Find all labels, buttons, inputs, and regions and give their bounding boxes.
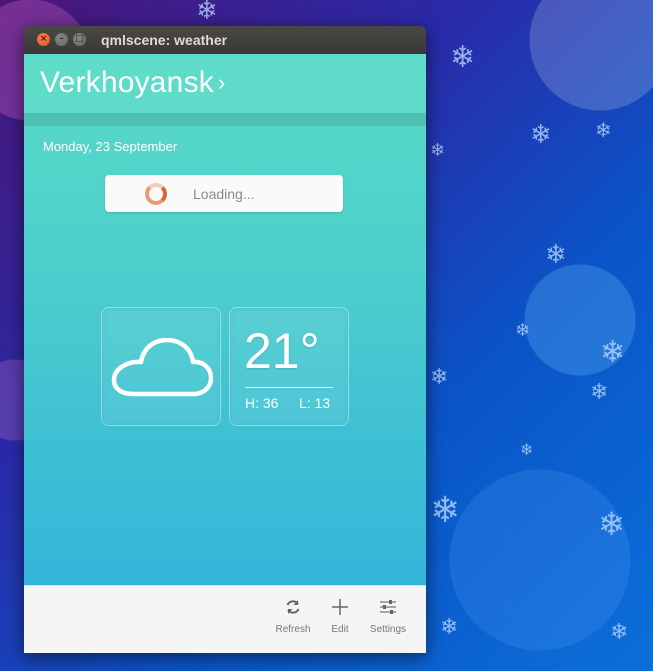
- city-selector[interactable]: Verkhoyansk ›: [40, 66, 226, 100]
- high-temperature: H: 36: [245, 395, 279, 411]
- weather-condition-tile[interactable]: [101, 307, 221, 426]
- refresh-icon: [286, 600, 300, 614]
- snowflake-icon: ❄: [598, 505, 625, 543]
- snowflake-icon: ❄: [610, 620, 629, 645]
- snowflake-icon: ❄: [530, 120, 552, 150]
- chevron-right-icon: ›: [217, 70, 226, 95]
- snowflake-icon: ❄: [520, 440, 534, 459]
- snowflake-icon: ❄: [430, 140, 446, 161]
- current-date: Monday, 23 September: [43, 139, 178, 154]
- snowflake-icon: ❄: [590, 380, 609, 405]
- snowflake-icon: ❄: [450, 40, 476, 75]
- snowflake-icon: ❄: [430, 365, 449, 390]
- loading-label: Loading...: [193, 186, 255, 202]
- maximize-window-button[interactable]: □: [73, 33, 86, 46]
- minimize-window-button[interactable]: –: [55, 33, 68, 46]
- current-temperature: 21°: [244, 323, 320, 379]
- settings-label: Settings: [369, 624, 407, 635]
- settings-button[interactable]: Settings: [358, 594, 418, 635]
- snowflake-icon: ❄: [595, 118, 612, 142]
- bottom-toolbar: Refresh Edit Settings: [24, 585, 426, 653]
- page-header: Verkhoyansk ›: [24, 54, 426, 113]
- loading-indicator: Loading...: [105, 175, 343, 212]
- header-divider: [24, 113, 426, 126]
- plus-icon: [332, 599, 348, 615]
- snowflake-icon: ❄: [515, 320, 531, 341]
- sliders-icon: [380, 600, 396, 614]
- close-window-button[interactable]: ×: [37, 33, 50, 46]
- snowflake-icon: ❄: [430, 490, 461, 531]
- snowflake-icon: ❄: [440, 615, 459, 640]
- snowflake-icon: ❄: [196, 0, 218, 26]
- app-window: × – □ qmlscene: weather Verkhoyansk › Mon…: [24, 26, 426, 653]
- city-name: Verkhoyansk: [40, 66, 214, 99]
- temperature-divider: [245, 387, 333, 388]
- snowflake-icon: ❄: [600, 335, 626, 370]
- temperature-tile[interactable]: 21° H: 36 L: 13: [229, 307, 349, 426]
- snowflake-icon: ❄: [545, 240, 567, 270]
- window-titlebar[interactable]: × – □ qmlscene: weather: [24, 26, 426, 54]
- weather-app: Verkhoyansk › Monday, 23 September Loadin…: [24, 54, 426, 653]
- window-title: qmlscene: weather: [101, 32, 228, 48]
- cloud-icon: [111, 338, 213, 397]
- spinner-icon: [145, 183, 167, 205]
- low-temperature: L: 13: [299, 395, 331, 411]
